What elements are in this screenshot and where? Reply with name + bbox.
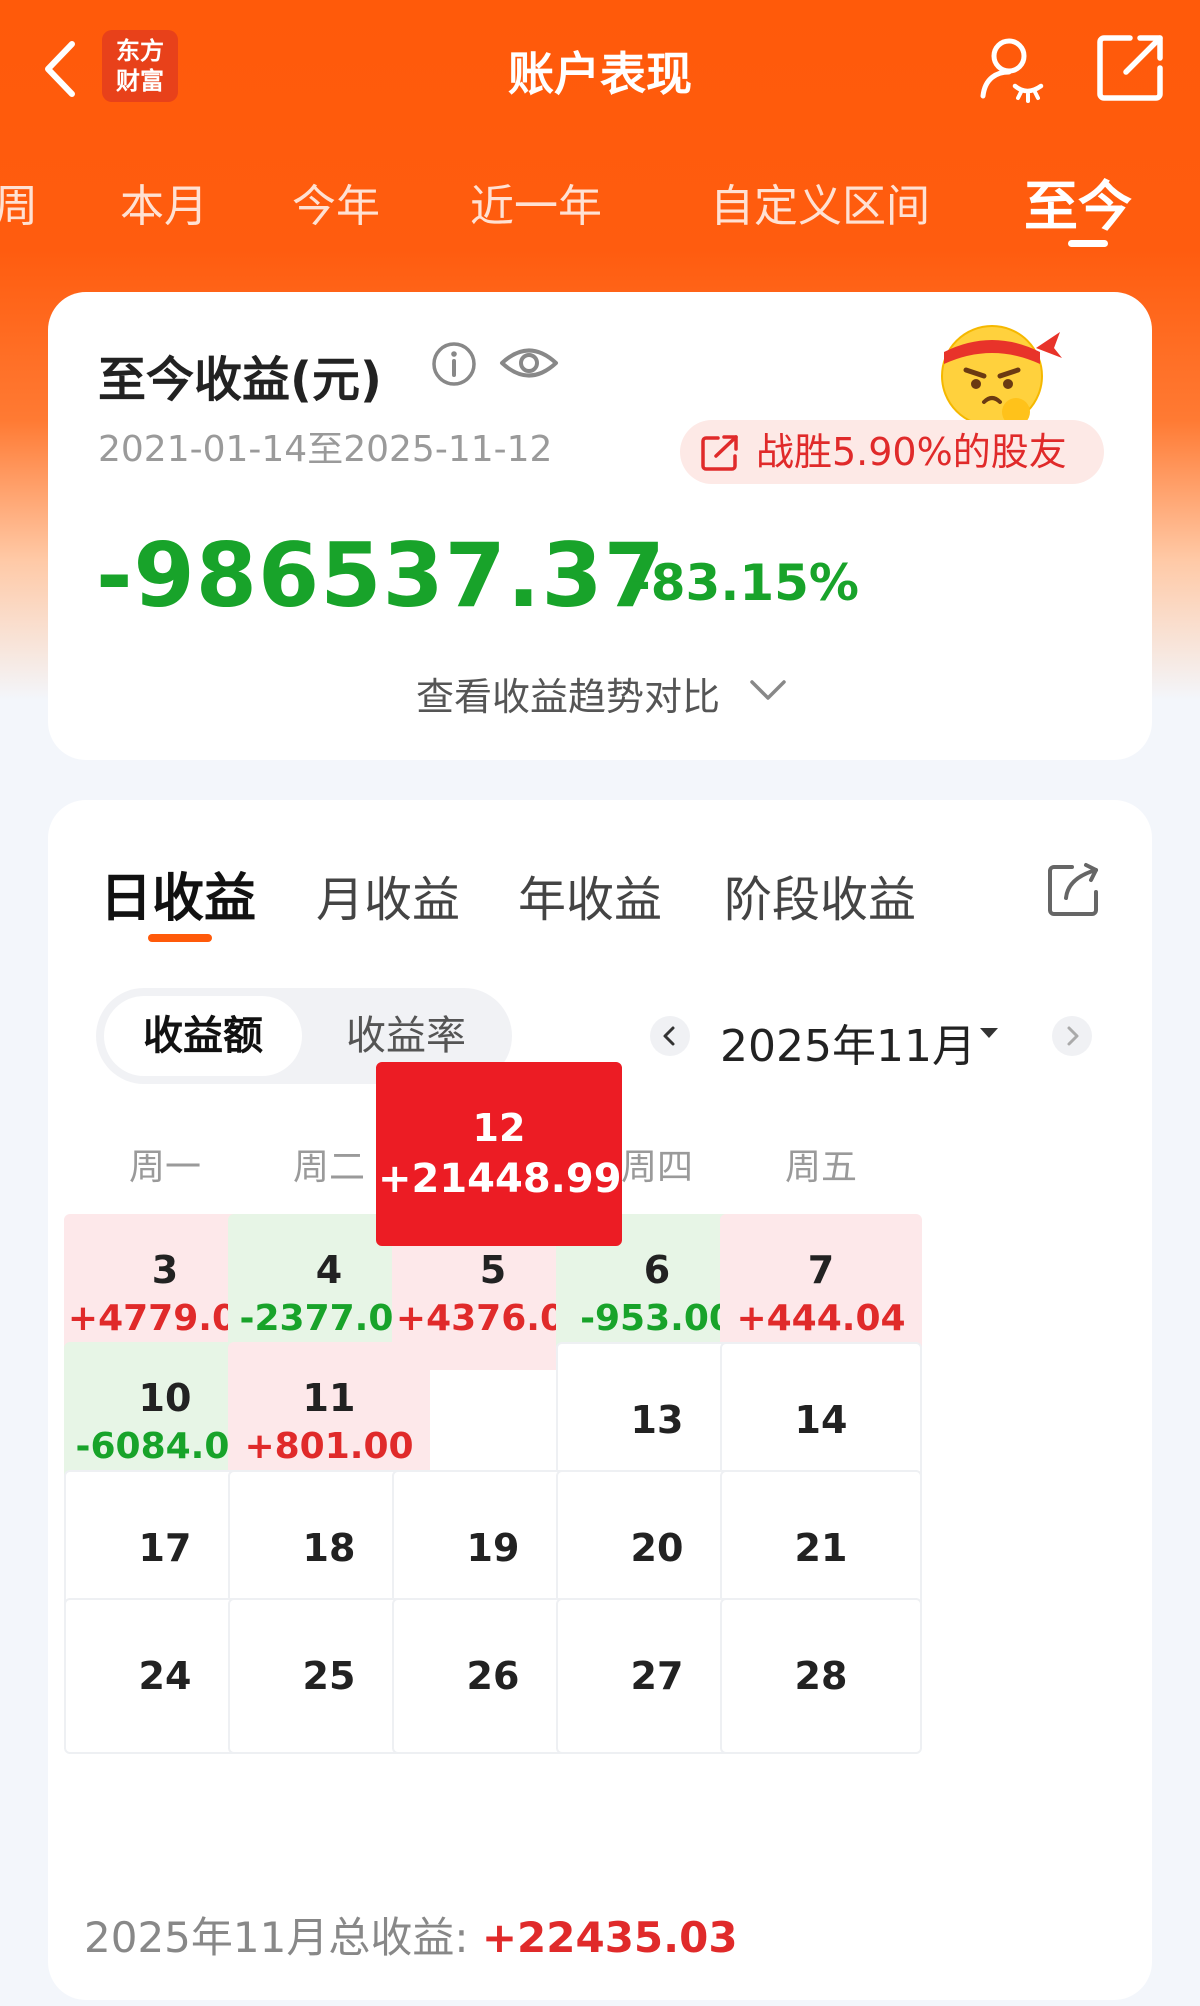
share-icon — [1048, 863, 1098, 916]
tab-custom-range[interactable]: 自定义区间 — [710, 170, 930, 234]
calendar-day: 28 — [794, 1654, 848, 1698]
month-total-label: 2025年11月总收益: — [84, 1913, 482, 1962]
month-total: 2025年11月总收益: +22435.03 — [84, 1904, 738, 1965]
calendar-cell-today[interactable]: 12 +21448.99 — [376, 1062, 622, 1246]
tab-last-year[interactable]: 近一年 — [470, 170, 602, 234]
calendar-day: 21 — [794, 1526, 848, 1570]
toggle-amount[interactable]: 收益额 — [104, 996, 302, 1076]
calendar-profit: +801.00 — [244, 1426, 414, 1467]
month-selector[interactable]: 2025年11月 — [720, 1010, 976, 1074]
toggle-visibility-button[interactable] — [498, 338, 560, 388]
back-arrow-icon — [45, 41, 75, 97]
summary-card: 至今收益(元) 2021-01-14至2025-11-12 战胜5.90%的股友… — [48, 292, 1152, 760]
user-eye-icon — [980, 38, 1044, 103]
total-profit-amount: -986537.37 — [96, 524, 666, 627]
tab-week[interactable]: 周 — [0, 170, 38, 234]
mascot-icon — [941, 325, 1062, 427]
calendar-day: 7 — [807, 1248, 835, 1292]
tab-to-date[interactable]: 至今 — [1024, 162, 1132, 241]
summary-title: 至今收益(元) — [98, 352, 382, 408]
beat-badge[interactable]: 战胜5.90%的股友 — [680, 420, 1104, 484]
date-range: 2021-01-14至2025-11-12 — [98, 429, 553, 470]
chevron-right-icon — [1067, 1026, 1079, 1046]
chevron-left-icon — [663, 1026, 675, 1046]
income-tab-underline — [148, 934, 212, 942]
tab-yearly-income[interactable]: 年收益 — [518, 860, 662, 930]
weekday-label: 周五 — [784, 1147, 857, 1188]
page-title: 账户表现 — [508, 47, 692, 101]
calendar-day: 12 — [472, 1106, 526, 1150]
info-icon — [432, 342, 476, 386]
next-month-button[interactable] — [1052, 1016, 1092, 1056]
chevron-down-icon[interactable] — [748, 678, 788, 702]
account-visibility-button[interactable] — [975, 32, 1047, 104]
income-share-button[interactable] — [1046, 862, 1102, 918]
calendar-cell[interactable]: 28 — [720, 1598, 922, 1754]
calendar-day: 11 — [302, 1376, 356, 1420]
eye-icon — [500, 348, 558, 378]
income-card: 日收益 月收益 年收益 阶段收益 收益额 收益率 2025年11月 周一周二周三… — [48, 800, 1152, 2000]
calendar-profit: +444.04 — [736, 1298, 906, 1339]
app-logo: 东方 财富 — [102, 30, 178, 102]
month-total-value: +22435.03 — [481, 1913, 738, 1962]
tab-daily-income[interactable]: 日收益 — [100, 856, 256, 931]
beat-text: 战胜5.90%的股友 — [756, 430, 1067, 474]
share-button[interactable] — [1096, 32, 1166, 102]
tab-this-year[interactable]: 今年 — [292, 170, 380, 234]
app-header: 东方 财富 账户表现 — [0, 0, 1200, 140]
mascot-button[interactable] — [936, 314, 1064, 427]
tab-underline — [1068, 240, 1108, 247]
share-small-icon — [701, 435, 738, 471]
period-tabs: 周 本月 今年 近一年 自定义区间 至今 — [0, 170, 1200, 250]
info-button[interactable] — [430, 340, 478, 388]
tab-this-month[interactable]: 本月 — [120, 170, 208, 234]
tab-stage-income[interactable]: 阶段收益 — [724, 860, 916, 930]
calendar-profit: +21448.99 — [378, 1156, 622, 1202]
tab-monthly-income[interactable]: 月收益 — [316, 860, 460, 930]
share-icon — [1097, 35, 1163, 101]
back-button[interactable] — [36, 38, 86, 100]
total-profit-percent: -83.15% — [630, 554, 860, 612]
caret-down-icon[interactable] — [978, 1026, 1000, 1040]
trend-compare-link[interactable]: 查看收益趋势对比 — [416, 666, 720, 721]
prev-month-button[interactable] — [650, 1016, 690, 1056]
calendar-day: 14 — [794, 1398, 848, 1442]
